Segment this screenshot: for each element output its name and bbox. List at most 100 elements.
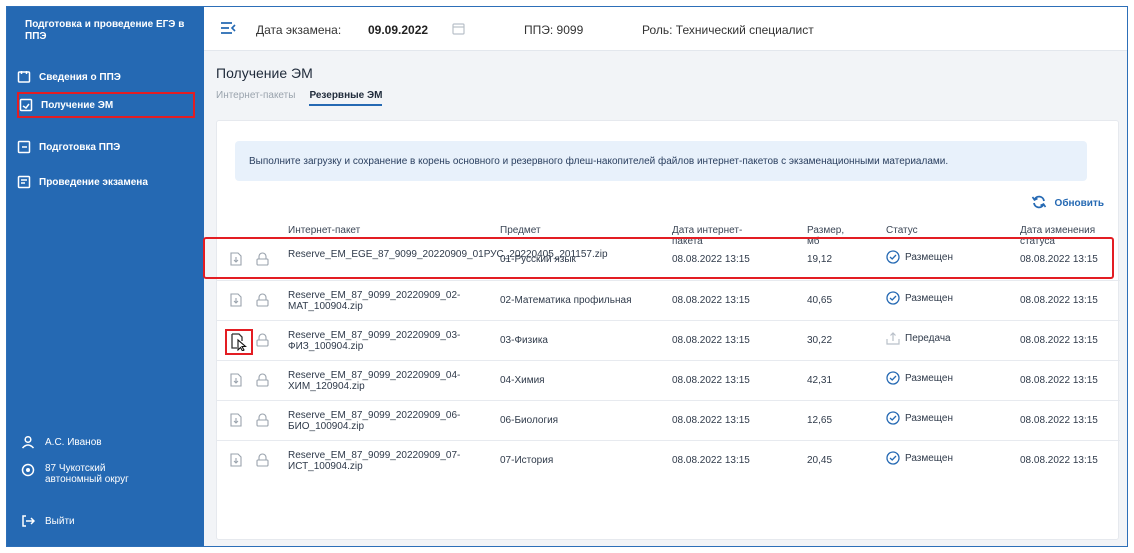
app-title: Подготовка и проведение ЕГЭ в ППЭ [25, 19, 185, 42]
exam-date-label: Дата экзамена: [256, 23, 342, 37]
status-label: Передача [905, 332, 951, 344]
user-name: А.С. Иванов [45, 436, 102, 448]
calendar-icon [17, 70, 31, 84]
user-icon [21, 435, 35, 449]
status-change-date: 08.08.2022 13:15 [1020, 335, 1098, 346]
status-label: Размещен [905, 251, 954, 263]
subject-name: 06-Биология [500, 415, 559, 426]
tab-internet-packages[interactable]: Интернет-пакеты [216, 90, 295, 106]
lock-icon [256, 252, 269, 271]
sidebar-item-receive-em[interactable]: Получение ЭМ [17, 92, 195, 118]
table-row[interactable]: Reserve_EM_EGE_87_9099_20220909_01РУС_20… [203, 237, 1120, 280]
app-window: Подготовка и проведение ЕГЭ в ППЭ Сведен… [6, 6, 1128, 547]
download-file-icon [19, 98, 33, 112]
status-label: Размещен [905, 292, 954, 304]
status-badge: Размещен [886, 451, 953, 465]
sidebar-item-ppe-info[interactable]: Сведения о ППЭ [17, 64, 195, 90]
lock-icon [256, 333, 269, 352]
logout-label: Выйти [45, 515, 75, 527]
region-info: 87 Чукотский автономный округ [21, 463, 155, 485]
info-banner: Выполните загрузку и сохранение в корень… [235, 141, 1087, 181]
prepare-icon [17, 140, 31, 154]
lock-icon [256, 453, 269, 472]
package-size: 12,65 [807, 415, 833, 426]
logout-button[interactable]: Выйти [21, 514, 75, 528]
package-date: 08.08.2022 13:15 [672, 295, 750, 306]
package-file-name: Reserve_EM_87_9099_20220909_04-ХИМ_12090… [288, 370, 461, 392]
file-download-icon[interactable] [230, 252, 242, 271]
column-header-subject: Предмет [500, 225, 541, 236]
content-card: Выполните загрузку и сохранение в корень… [203, 120, 1120, 540]
package-size: 40,65 [807, 295, 833, 306]
user-info[interactable]: А.С. Иванов [21, 435, 102, 449]
calendar-icon[interactable] [452, 22, 465, 38]
file-download-icon[interactable] [230, 453, 242, 472]
package-file-name: Reserve_EM_87_9099_20220909_03-ФИЗ_10090… [288, 330, 461, 352]
status-change-date: 08.08.2022 13:15 [1020, 375, 1098, 386]
file-download-icon[interactable] [230, 373, 242, 392]
package-size: 20,45 [807, 455, 833, 466]
file-download-icon[interactable] [230, 413, 242, 432]
tabs: Интернет-пакеты Резервные ЭМ [216, 90, 396, 106]
user-role: Роль: Технический специалист [642, 23, 814, 37]
menu-collapse-icon[interactable] [220, 21, 236, 38]
package-date: 08.08.2022 13:15 [672, 375, 750, 386]
subject-name: 04-Химия [500, 375, 545, 386]
file-download-cursor-icon[interactable] [225, 329, 253, 355]
sidebar-item-prepare-ppe[interactable]: Подготовка ППЭ [17, 134, 195, 160]
status-icon [886, 451, 900, 465]
subject-name: 01-Русский язык [500, 254, 576, 265]
lock-icon [256, 413, 269, 432]
status-icon [886, 371, 900, 385]
status-badge: Размещен [886, 250, 953, 264]
status-icon [886, 291, 900, 305]
tab-reserve-em[interactable]: Резервные ЭМ [309, 90, 383, 106]
logout-icon [21, 514, 35, 528]
refresh-button[interactable]: Обновить [1031, 195, 1104, 212]
table-row[interactable]: Reserve_EM_87_9099_20220909_03-ФИЗ_10090… [217, 320, 1120, 360]
table-row[interactable]: Reserve_EM_87_9099_20220909_06-БИО_10090… [217, 400, 1120, 440]
file-download-icon[interactable] [230, 293, 242, 312]
status-label: Размещен [905, 412, 954, 424]
package-size: 42,31 [807, 375, 833, 386]
status-badge: Размещен [886, 291, 953, 305]
status-label: Размещен [905, 372, 954, 384]
package-file-name: Reserve_EM_87_9099_20220909_02-МАТ_10090… [288, 290, 461, 312]
ppe-code: ППЭ: 9099 [524, 23, 584, 37]
table-row[interactable]: Reserve_EM_87_9099_20220909_02-МАТ_10090… [217, 280, 1120, 320]
top-header: Дата экзамена: 09.09.2022 ППЭ: 9099 Роль… [204, 7, 1127, 51]
status-badge: Передача [886, 331, 951, 345]
sidebar: Подготовка и проведение ЕГЭ в ППЭ Сведен… [7, 7, 204, 546]
sidebar-item-label: Проведение экзамена [39, 176, 148, 188]
status-badge: Размещен [886, 371, 953, 385]
sidebar-item-label: Получение ЭМ [41, 99, 114, 111]
package-size: 30,22 [807, 335, 833, 346]
subject-name: 03-Физика [500, 335, 548, 346]
package-date: 08.08.2022 13:15 [672, 415, 750, 426]
package-date: 08.08.2022 13:15 [672, 335, 750, 346]
subject-name: 07-История [500, 455, 554, 466]
status-badge: Размещен [886, 411, 953, 425]
refresh-icon [1031, 195, 1047, 212]
info-text: Выполните загрузку и сохранение в корень… [249, 155, 949, 167]
table-row[interactable]: Reserve_EM_87_9099_20220909_07-ИСТ_10090… [217, 440, 1120, 480]
package-file-name: Reserve_EM_87_9099_20220909_06-БИО_10090… [288, 410, 461, 432]
column-header-package: Интернет-пакет [288, 225, 361, 236]
sidebar-item-label: Подготовка ППЭ [39, 141, 121, 153]
lock-icon [256, 293, 269, 312]
subject-name: 02-Математика профильная [500, 295, 632, 306]
region-name: 87 Чукотский автономный округ [45, 463, 129, 485]
page-title: Получение ЭМ [216, 65, 313, 81]
exam-icon [17, 175, 31, 189]
table-row[interactable]: Reserve_EM_87_9099_20220909_04-ХИМ_12090… [217, 360, 1120, 400]
sidebar-item-conduct-exam[interactable]: Проведение экзамена [17, 169, 195, 195]
status-icon [886, 411, 900, 425]
status-change-date: 08.08.2022 13:15 [1020, 295, 1098, 306]
status-change-date: 08.08.2022 13:15 [1020, 455, 1098, 466]
status-label: Размещен [905, 452, 954, 464]
exam-date-value[interactable]: 09.09.2022 [368, 23, 428, 37]
package-file-name: Reserve_EM_EGE_87_9099_20220909_01РУС_20… [288, 249, 608, 260]
refresh-label: Обновить [1054, 198, 1104, 209]
lock-icon [256, 373, 269, 392]
status-icon [886, 331, 900, 345]
